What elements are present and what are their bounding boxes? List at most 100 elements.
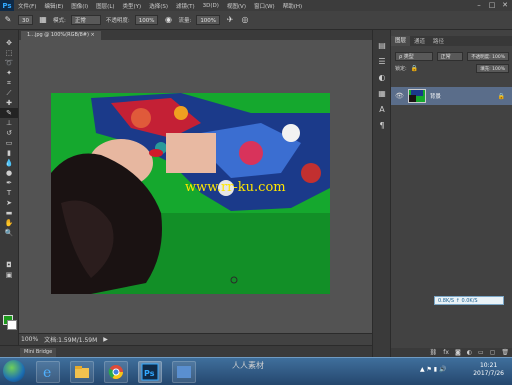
tray-icons[interactable]: ▲ ⚑ ▮ 🔊	[420, 366, 447, 373]
delete-layer-icon[interactable]: 🗑	[501, 348, 509, 357]
panel-dock-strip: ▤ ☰ ◐ ▦ A ¶	[372, 30, 391, 357]
close-tab-icon[interactable]: ×	[91, 32, 95, 38]
clock-date: 2017/7/26	[473, 370, 504, 377]
hand-tool-icon[interactable]: ✋	[0, 218, 18, 228]
menu-help[interactable]: 帮助(H)	[279, 2, 306, 10]
app-taskbar-icon[interactable]	[172, 361, 196, 383]
network-speed-text: 0.8K/S ↑ 0.0K/S	[438, 298, 478, 304]
quick-mask-icon[interactable]: ◘	[0, 260, 18, 270]
menu-image[interactable]: 图像(I)	[67, 2, 92, 10]
brush-icon[interactable]: ✎	[3, 15, 13, 25]
blend-mode-select[interactable]: 正常	[436, 51, 464, 61]
file-explorer-icon[interactable]	[70, 361, 94, 383]
eraser-tool-icon[interactable]: ▭	[0, 138, 18, 148]
healing-brush-tool-icon[interactable]: ✚	[0, 98, 18, 108]
photoshop-taskbar-icon[interactable]: Ps	[138, 361, 162, 383]
tab-layers[interactable]: 图层	[391, 36, 411, 46]
gradient-tool-icon[interactable]: ▮	[0, 148, 18, 158]
dodge-tool-icon[interactable]: ●	[0, 168, 18, 178]
lock-icon[interactable]: 🔒	[411, 65, 418, 72]
menu-view[interactable]: 视图(V)	[223, 2, 250, 10]
clone-stamp-tool-icon[interactable]: ⊥	[0, 118, 18, 128]
mode-select[interactable]: 正常	[70, 15, 101, 25]
maximize-icon[interactable]: □	[487, 1, 497, 9]
network-speed-widget[interactable]: 0.8K/S ↑ 0.0K/S	[434, 296, 504, 305]
new-group-icon[interactable]: ▭	[478, 348, 484, 357]
mode-label: 模式:	[53, 18, 66, 24]
tab-channels[interactable]: 通道	[410, 37, 429, 45]
flow-field[interactable]: 100%	[196, 15, 221, 25]
zoom-level[interactable]: 100%	[21, 336, 38, 343]
swatches-panel-icon[interactable]: ▦	[373, 86, 391, 102]
menu-type[interactable]: 类型(Y)	[119, 2, 146, 10]
brush-tool-icon[interactable]: ✎	[0, 108, 18, 118]
layer-lock-row: 锁定: 🔒 填充: 100%	[395, 63, 509, 73]
flow-label: 流量:	[178, 18, 192, 24]
zoom-tool-icon[interactable]: 🔍	[0, 228, 18, 238]
mini-bridge-tab[interactable]: Mini Bridge	[20, 348, 57, 357]
type-tool-icon[interactable]: T	[0, 188, 18, 198]
options-bar: ✎ 30 ▦ 模式: 正常 不透明度: 100% ◉ 流量: 100% ✈ ◎	[0, 11, 512, 30]
minimize-icon[interactable]: –	[474, 1, 484, 9]
menu-layer[interactable]: 图层(L)	[92, 2, 118, 10]
history-brush-tool-icon[interactable]: ↺	[0, 128, 18, 138]
layer-fill-field[interactable]: 填充: 100%	[476, 63, 509, 73]
layer-lock-icon: 🔒	[497, 92, 505, 100]
start-button[interactable]	[3, 360, 25, 382]
layer-thumbnail	[407, 89, 426, 103]
clock[interactable]: 10:21 2017/7/26	[473, 362, 504, 378]
pressure-opacity-icon[interactable]: ◉	[163, 15, 173, 25]
photoshop-logo[interactable]: Ps	[0, 0, 14, 11]
quick-select-tool-icon[interactable]: ✦	[0, 68, 18, 78]
adjustments-panel-icon[interactable]: ◐	[373, 70, 391, 86]
pen-tool-icon[interactable]: ✒	[0, 178, 18, 188]
background-color-swatch[interactable]	[7, 320, 17, 330]
lasso-tool-icon[interactable]: ➰	[0, 58, 18, 68]
menu-edit[interactable]: 编辑(E)	[40, 2, 67, 10]
airbrush-icon[interactable]: ✈	[225, 15, 235, 25]
panel-tab-bar: 图层 通道 路径	[391, 36, 512, 46]
menu-select[interactable]: 选择(S)	[145, 2, 172, 10]
brush-panel-icon[interactable]: ▦	[38, 15, 48, 25]
visibility-eye-icon[interactable]: 👁	[395, 92, 404, 100]
marquee-tool-icon[interactable]: ⬚	[0, 48, 18, 58]
blur-tool-icon[interactable]: 💧	[0, 158, 18, 168]
menu-filter[interactable]: 滤镜(T)	[172, 2, 199, 10]
svg-text:e: e	[43, 365, 51, 381]
document-size-info[interactable]: 文档:1.59M/1.59M	[44, 335, 97, 344]
new-layer-icon[interactable]: ▢	[490, 348, 496, 357]
pressure-size-icon[interactable]: ◎	[240, 15, 250, 25]
layers-panel: 图层 通道 路径 ρ 类型 正常 不透明度: 100% 锁定: 🔒 填充: 10…	[390, 30, 512, 357]
brush-size-picker[interactable]: 30	[18, 15, 33, 25]
ie-icon[interactable]: e	[36, 361, 60, 383]
layers-panel-footer: ⛓ fx ◙ ◐ ▭ ▢ 🗑	[391, 348, 512, 357]
layer-kind-filter[interactable]: ρ 类型	[395, 51, 433, 61]
shape-tool-icon[interactable]: ▬	[0, 208, 18, 218]
adjustment-layer-icon[interactable]: ◐	[467, 348, 472, 357]
path-select-tool-icon[interactable]: ➤	[0, 198, 18, 208]
properties-panel-icon[interactable]: ☰	[373, 54, 391, 70]
character-panel-icon[interactable]: A	[373, 102, 391, 118]
layer-style-icon[interactable]: fx	[443, 348, 449, 357]
menu-window[interactable]: 窗口(W)	[250, 2, 279, 10]
layer-row[interactable]: 👁 背景 🔒	[391, 87, 512, 105]
layer-opacity-field[interactable]: 不透明度: 100%	[467, 51, 509, 61]
opacity-field[interactable]: 100%	[134, 15, 159, 25]
menu-3d[interactable]: 3D(D)	[199, 3, 223, 9]
menu-bar: Ps 文件(F) 编辑(E) 图像(I) 图层(L) 类型(Y) 选择(S) 滤…	[0, 0, 512, 11]
status-arrow-icon[interactable]: ▶	[103, 336, 108, 343]
menu-file[interactable]: 文件(F)	[14, 2, 40, 10]
eyedropper-tool-icon[interactable]: ⟋	[0, 88, 18, 98]
link-layers-icon[interactable]: ⛓	[430, 348, 438, 357]
add-mask-icon[interactable]: ◙	[455, 348, 461, 357]
history-panel-icon[interactable]: ▤	[373, 38, 391, 54]
chrome-icon[interactable]	[104, 361, 128, 383]
document-tab[interactable]: 1...jpg @ 100%(RGB/8#) ×	[21, 31, 101, 40]
screen-mode-icon[interactable]: ▣	[0, 270, 18, 280]
paragraph-panel-icon[interactable]: ¶	[373, 118, 391, 134]
tab-paths[interactable]: 路径	[429, 37, 448, 45]
crop-tool-icon[interactable]: ⌗	[0, 78, 18, 88]
layer-name[interactable]: 背景	[430, 92, 441, 100]
close-icon[interactable]: ✕	[500, 1, 510, 9]
move-tool-icon[interactable]: ✥	[0, 38, 18, 48]
